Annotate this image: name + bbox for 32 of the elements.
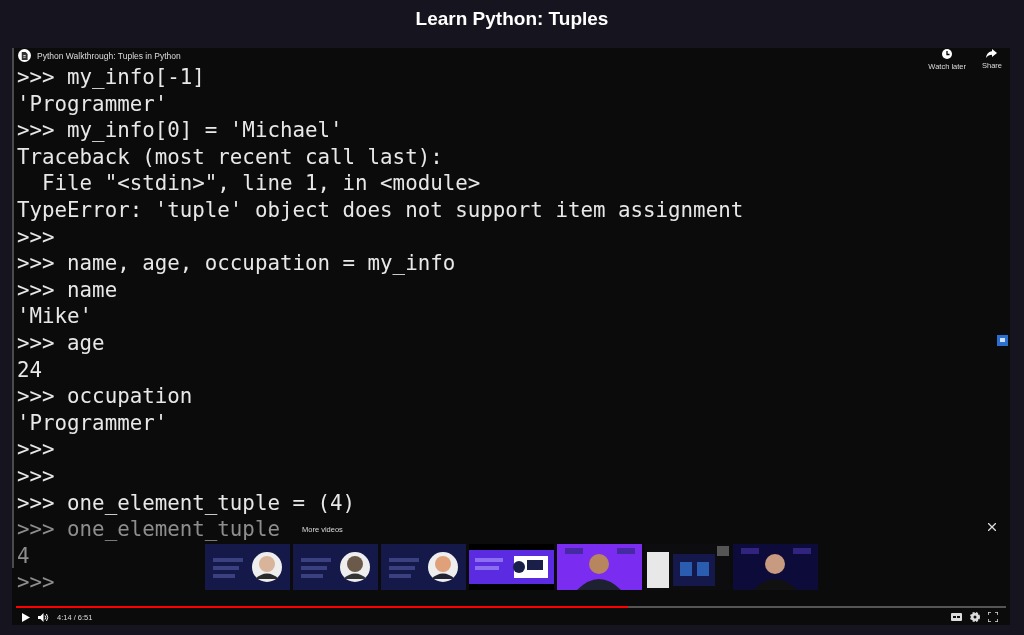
terminal-line: >>> [17, 436, 55, 463]
captions-icon[interactable] [951, 613, 962, 621]
terminal-line: >>> [17, 223, 55, 251]
terminal-line: >>> my_info[-1] [17, 64, 205, 91]
fullscreen-icon[interactable] [988, 612, 998, 622]
volume-icon[interactable] [38, 612, 49, 622]
close-icon[interactable] [988, 523, 996, 531]
terminal-line: >>> name, age, occupation = my_info [17, 250, 456, 277]
channel-logo[interactable] [18, 49, 31, 62]
terminal-line: >>> [17, 462, 55, 490]
page-title: Learn Python: Tuples [415, 8, 609, 30]
settings-icon[interactable] [970, 612, 980, 622]
terminal-line: >>> occupation [17, 383, 193, 410]
terminal-line: 'Mike' [17, 303, 93, 330]
terminal-line: Traceback (most recent call last): [17, 143, 443, 171]
share-icon [986, 49, 998, 58]
terminal-line: >>> one_element_tuple = (4) [17, 489, 356, 517]
terminal-line: 'Programmer' [17, 90, 168, 118]
terminal-line: >>> [17, 569, 55, 596]
terminal-line: >>> one_element_tuple [17, 516, 280, 543]
video-title[interactable]: Python Walkthrough: Tuples in Python [37, 51, 913, 61]
terminal-line: >>> my_info[0] = 'Michael' [17, 117, 343, 144]
terminal-line: 'Programmer' [17, 409, 168, 437]
terminal-line: TypeError: 'tuple' object does not support item assignment [17, 196, 744, 224]
terminal-line: 4 [17, 542, 30, 570]
terminal-line: >>> name [17, 276, 118, 304]
play-icon[interactable] [22, 612, 30, 622]
terminal-line: >>> age [17, 329, 105, 357]
screen-icon[interactable] [997, 335, 1008, 346]
document-icon [21, 51, 28, 60]
terminal-line: File "<stdin>", line 1, in <module> [41, 170, 481, 197]
terminal-line: 24 [17, 356, 43, 384]
